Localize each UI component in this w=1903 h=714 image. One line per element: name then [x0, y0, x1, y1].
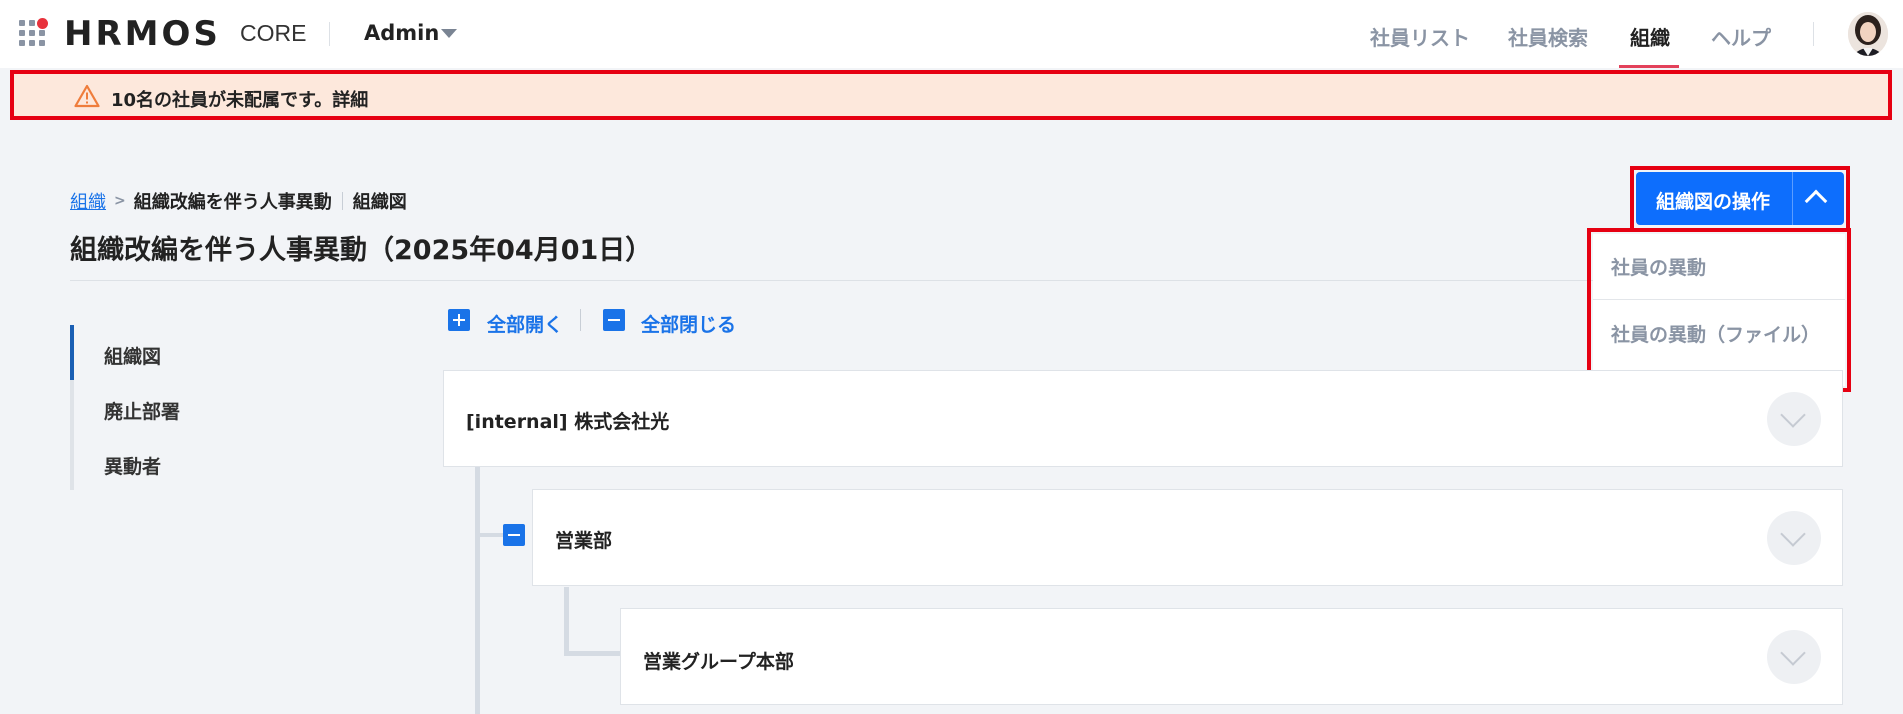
expand-all-button[interactable]: 全部開く — [487, 310, 563, 337]
notification-dot-icon — [37, 18, 48, 29]
breadcrumb-current: 組織図 — [352, 192, 407, 213]
title-divider — [70, 280, 1842, 281]
chevron-down-icon[interactable] — [1767, 511, 1821, 565]
operation-button-label[interactable]: 組織図の操作 — [1656, 187, 1770, 214]
org-node-sales-group-hq[interactable]: 営業グループ本部 — [620, 608, 1843, 705]
breadcrumb: 組織 > 組織改編を伴う人事異動 組織図 — [70, 188, 407, 214]
tree-connector — [475, 466, 480, 714]
chevron-down-icon[interactable] — [1767, 392, 1821, 446]
product-name: CORE — [240, 20, 307, 46]
org-node-label: 営業グループ本部 — [643, 651, 794, 673]
collapse-node-icon[interactable] — [503, 524, 525, 546]
top-header: HRMOS CORE Admin 社員リスト 社員検索 組織 ヘルプ — [0, 0, 1903, 68]
breadcrumb-organization-link[interactable]: 組織 — [70, 188, 106, 214]
unassigned-alert-banner[interactable]: 10名の社員が未配属です。詳細 — [10, 70, 1892, 120]
app-launcher-icon[interactable] — [19, 18, 48, 48]
chevron-right-icon: > — [114, 193, 126, 209]
chevron-up-icon[interactable] — [1804, 189, 1828, 213]
active-nav-indicator — [1619, 65, 1679, 68]
org-node-label: 営業部 — [555, 530, 613, 552]
user-avatar[interactable] — [1848, 12, 1888, 56]
menu-item-employee-transfer-file[interactable]: 社員の異動（ファイル） — [1593, 300, 1845, 366]
tree-connector — [564, 651, 621, 656]
header-divider — [329, 22, 330, 46]
sidenav-item-abolished-departments[interactable]: 廃止部署 — [104, 397, 180, 424]
breadcrumb-event: 組織改編を伴う人事異動 — [133, 192, 332, 213]
org-node-label: [internal] 株式会社光 — [466, 411, 670, 433]
alert-message[interactable]: 10名の社員が未配属です。詳細 — [111, 86, 368, 112]
caret-down-icon[interactable] — [441, 29, 457, 38]
page-title: 組織改編を伴う人事異動（2025年04月01日） — [70, 235, 653, 266]
header-divider — [1813, 22, 1814, 46]
warning-icon — [74, 84, 100, 108]
tree-connector — [475, 533, 504, 537]
expand-all-icon[interactable] — [448, 309, 470, 331]
org-node-sales-department[interactable]: 営業部 — [532, 489, 1843, 586]
nav-help[interactable]: ヘルプ — [1711, 22, 1771, 51]
sidenav-active-indicator — [70, 325, 74, 380]
nav-organization[interactable]: 組織 — [1630, 22, 1670, 51]
role-selector[interactable]: Admin — [364, 21, 439, 45]
hrmos-logo[interactable]: HRMOS — [64, 14, 221, 54]
controls-divider — [580, 309, 581, 331]
operation-dropdown-menu: 社員の異動 社員の異動（ファイル） — [1593, 234, 1845, 386]
collapse-all-button[interactable]: 全部閉じる — [641, 310, 736, 337]
collapse-all-icon[interactable] — [603, 309, 625, 331]
breadcrumb-divider — [341, 192, 343, 210]
menu-item-employee-transfer[interactable]: 社員の異動 — [1593, 234, 1845, 300]
tree-connector — [564, 587, 569, 655]
nav-employee-search[interactable]: 社員検索 — [1508, 22, 1588, 51]
button-split-divider — [1792, 172, 1793, 225]
sidenav-item-transferees[interactable]: 異動者 — [104, 452, 161, 479]
org-chart-operation-button[interactable]: 組織図の操作 — [1636, 172, 1844, 225]
chevron-down-icon[interactable] — [1767, 630, 1821, 684]
nav-employee-list[interactable]: 社員リスト — [1370, 22, 1470, 51]
sidenav-item-org-chart[interactable]: 組織図 — [104, 342, 161, 369]
org-node-company[interactable]: [internal] 株式会社光 — [443, 370, 1843, 467]
